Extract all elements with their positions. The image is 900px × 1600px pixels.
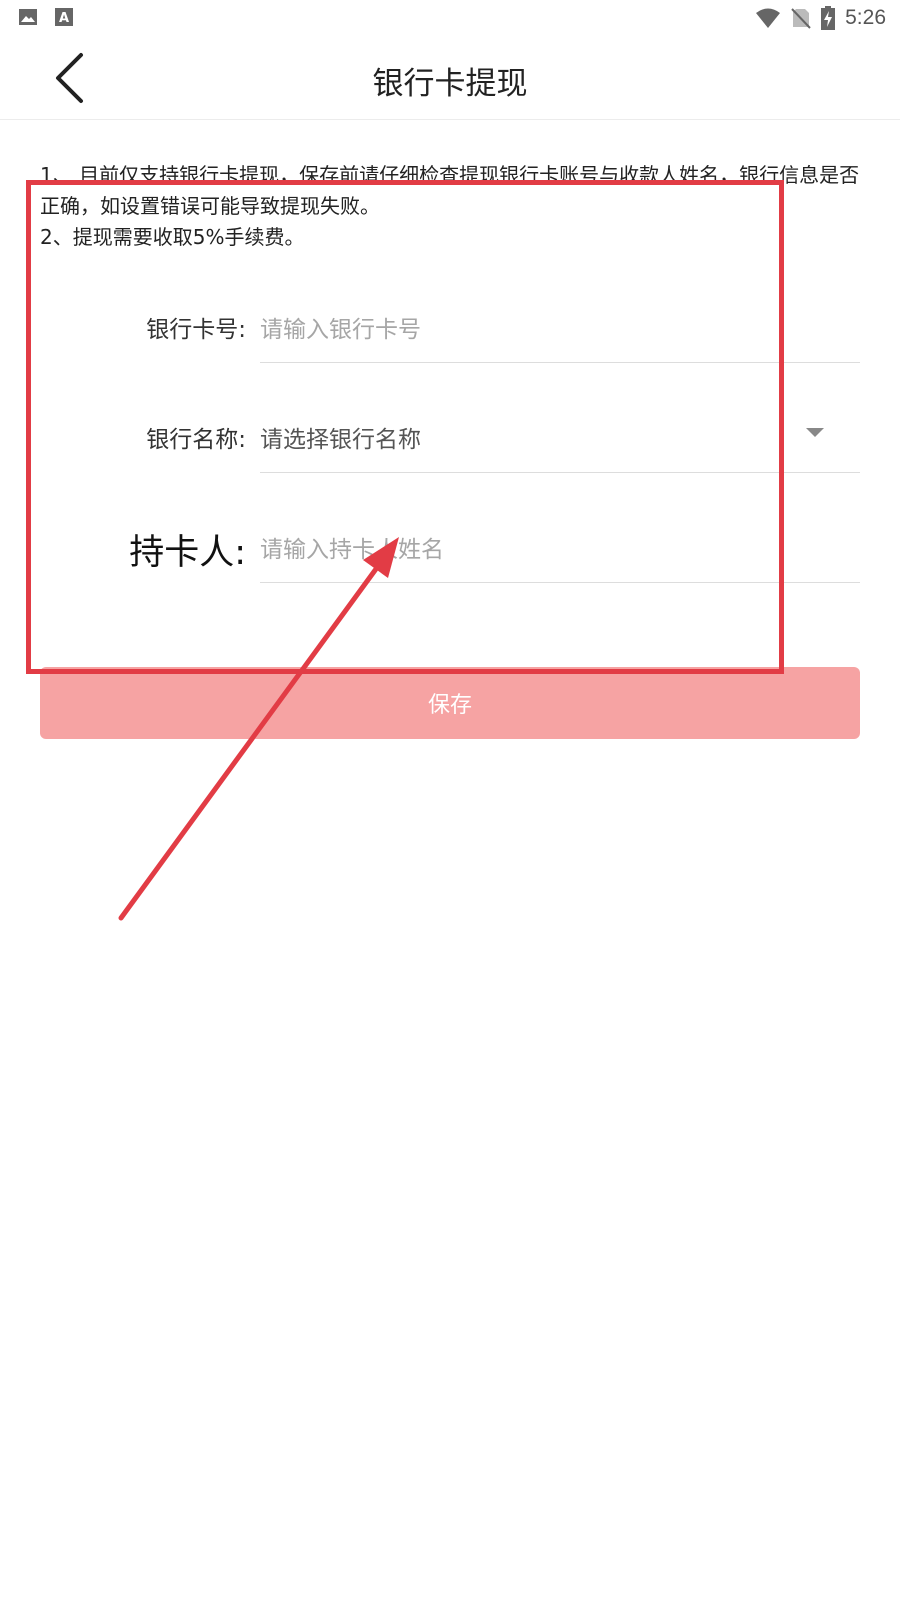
status-left-icons: A: [18, 7, 74, 27]
status-right: 5:26: [755, 6, 886, 30]
bank-name-underline: [260, 472, 860, 473]
bank-name-label: 银行名称:: [146, 427, 246, 453]
notice-line-2: 2、提现需要收取5%手续费。: [40, 225, 305, 249]
card-number-input[interactable]: [260, 310, 860, 350]
page-title: 银行卡提现: [372, 66, 528, 102]
wifi-icon: [756, 8, 781, 28]
battery-charging-icon: [821, 6, 836, 30]
bank-name-select[interactable]: 请选择银行名称: [260, 420, 860, 460]
svg-text:A: A: [59, 11, 69, 26]
form-row-bank-name: 银行名称: 请选择银行名称: [0, 420, 900, 530]
notice-line-1: 1、 目前仅支持银行卡提现，保存前请仔细检查提现银行卡账号与收款人姓名，银行信息…: [40, 163, 860, 218]
dropdown-caret-icon: [806, 428, 824, 437]
card-number-label: 银行卡号:: [146, 317, 246, 343]
save-button[interactable]: 保存: [40, 667, 860, 739]
form-row-holder: 持卡人:: [0, 530, 900, 640]
bank-name-selected: 请选择银行名称: [260, 427, 421, 453]
status-time: 5:26: [845, 6, 886, 29]
font-a-icon: A: [55, 8, 73, 26]
holder-name-input[interactable]: [260, 530, 860, 570]
image-icon: [19, 9, 37, 25]
holder-underline: [260, 582, 860, 583]
nav-bar: 银行卡提现: [0, 38, 900, 120]
card-number-underline: [260, 362, 860, 363]
holder-label: 持卡人:: [129, 533, 246, 573]
no-sim-icon: [791, 8, 811, 29]
status-bar: A 5:26: [0, 0, 900, 38]
notice: 1、 目前仅支持银行卡提现，保存前请仔细检查提现银行卡账号与收款人姓名，银行信息…: [40, 160, 860, 253]
form-row-card-number: 银行卡号:: [0, 310, 900, 420]
